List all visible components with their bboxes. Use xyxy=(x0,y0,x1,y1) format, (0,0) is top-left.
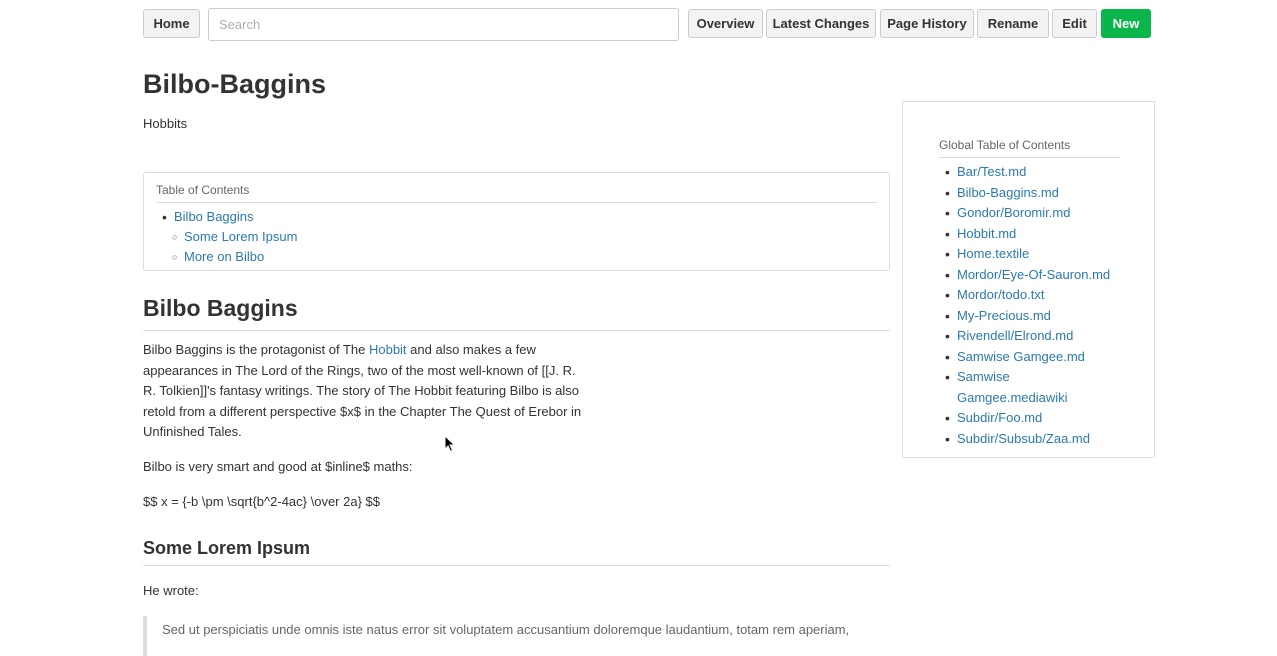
rename-button[interactable]: Rename xyxy=(977,9,1049,38)
top-toolbar: Home Overview Latest Changes Page Histor… xyxy=(143,8,1277,42)
paragraph-formula: $$ x = {-b \pm \sqrt{b^2-4ac} \over 2a} … xyxy=(143,494,380,509)
list-item: Home.textile xyxy=(939,244,1120,265)
search-input[interactable] xyxy=(208,8,679,41)
list-item: Gondor/Boromir.md xyxy=(939,203,1120,224)
global-toc-link[interactable]: Bar/Test.md xyxy=(957,164,1026,179)
list-item: Hobbit.md xyxy=(939,224,1120,245)
heading-some-lorem-ipsum: Some Lorem Ipsum xyxy=(143,536,890,566)
global-toc-link[interactable]: Rivendell/Elrond.md xyxy=(957,328,1073,343)
global-toc-link[interactable]: Samwise Gamgee.mediawiki xyxy=(957,369,1068,405)
toc-item: Bilbo Baggins xyxy=(156,207,877,227)
list-item: Bilbo-Baggins.md xyxy=(939,183,1120,204)
toc-link-bilbo-baggins[interactable]: Bilbo Baggins xyxy=(174,209,254,224)
list-item: Mordor/todo.txt xyxy=(939,285,1120,306)
toc-list: Bilbo Baggins Some Lorem Ipsum More on B… xyxy=(156,207,877,267)
global-toc-link[interactable]: Mordor/Eye-Of-Sauron.md xyxy=(957,267,1110,282)
mouse-cursor-icon xyxy=(444,435,456,453)
list-item: Bar/Test.md xyxy=(939,162,1120,183)
list-item: Rivendell/Elrond.md xyxy=(939,326,1120,347)
list-item: Samwise Gamgee.md xyxy=(939,347,1120,368)
global-toc-link[interactable]: Hobbit.md xyxy=(957,226,1016,241)
heading-bilbo-baggins: Bilbo Baggins xyxy=(143,293,890,331)
paragraph-intro: Bilbo Baggins is the protagonist of The … xyxy=(143,340,588,443)
list-item: Samwise Gamgee.mediawiki xyxy=(939,367,1120,408)
list-item: Subdir/Foo.md xyxy=(939,408,1120,429)
table-of-contents: Table of Contents Bilbo Baggins Some Lor… xyxy=(143,172,890,271)
toc-item: More on Bilbo xyxy=(156,247,877,267)
global-toc-link[interactable]: Home.textile xyxy=(957,246,1029,261)
toc-link-more-on-bilbo[interactable]: More on Bilbo xyxy=(184,249,264,264)
global-toc-link[interactable]: Bilbo-Baggins.md xyxy=(957,185,1059,200)
global-toc-link[interactable]: Samwise Gamgee.md xyxy=(957,349,1085,364)
main-content: Bilbo-Baggins Hobbits Table of Contents … xyxy=(143,60,890,656)
list-item: Mordor/Eye-Of-Sauron.md xyxy=(939,265,1120,286)
global-toc-link[interactable]: Gondor/Boromir.md xyxy=(957,205,1070,220)
global-toc-link[interactable]: My-Precious.md xyxy=(957,308,1051,323)
edit-button[interactable]: Edit xyxy=(1052,9,1097,38)
overview-button[interactable]: Overview xyxy=(688,9,763,38)
toc-link-some-lorem-ipsum[interactable]: Some Lorem Ipsum xyxy=(184,229,297,244)
page-history-button[interactable]: Page History xyxy=(880,9,974,38)
home-button[interactable]: Home xyxy=(143,9,200,38)
blockquote: Sed ut perspiciatis unde omnis iste natu… xyxy=(143,616,890,656)
global-toc-link[interactable]: Subdir/Subsub/Zaa.md xyxy=(957,431,1090,446)
page-subtitle: Hobbits xyxy=(143,116,188,131)
list-item: My-Precious.md xyxy=(939,306,1120,327)
new-button[interactable]: New xyxy=(1101,9,1151,38)
hobbit-link[interactable]: Hobbit xyxy=(369,342,407,357)
toc-title: Table of Contents xyxy=(156,183,877,203)
paragraph-he-wrote: He wrote: xyxy=(143,583,199,598)
global-toc-list: Bar/Test.md Bilbo-Baggins.md Gondor/Boro… xyxy=(939,162,1120,449)
latest-changes-button[interactable]: Latest Changes xyxy=(766,9,876,38)
paragraph-text: Bilbo Baggins is the protagonist of The xyxy=(143,342,369,357)
list-item: Subdir/Subsub/Zaa.md xyxy=(939,429,1120,450)
global-toc-link[interactable]: Mordor/todo.txt xyxy=(957,287,1044,302)
toc-item: Some Lorem Ipsum xyxy=(156,227,877,247)
global-toc-sidebar: Global Table of Contents Bar/Test.md Bil… xyxy=(902,101,1155,458)
global-toc-link[interactable]: Subdir/Foo.md xyxy=(957,410,1042,425)
page-title: Bilbo-Baggins xyxy=(143,69,326,99)
paragraph-maths: Bilbo is very smart and good at $inline$… xyxy=(143,459,413,474)
global-toc-title: Global Table of Contents xyxy=(939,138,1120,158)
